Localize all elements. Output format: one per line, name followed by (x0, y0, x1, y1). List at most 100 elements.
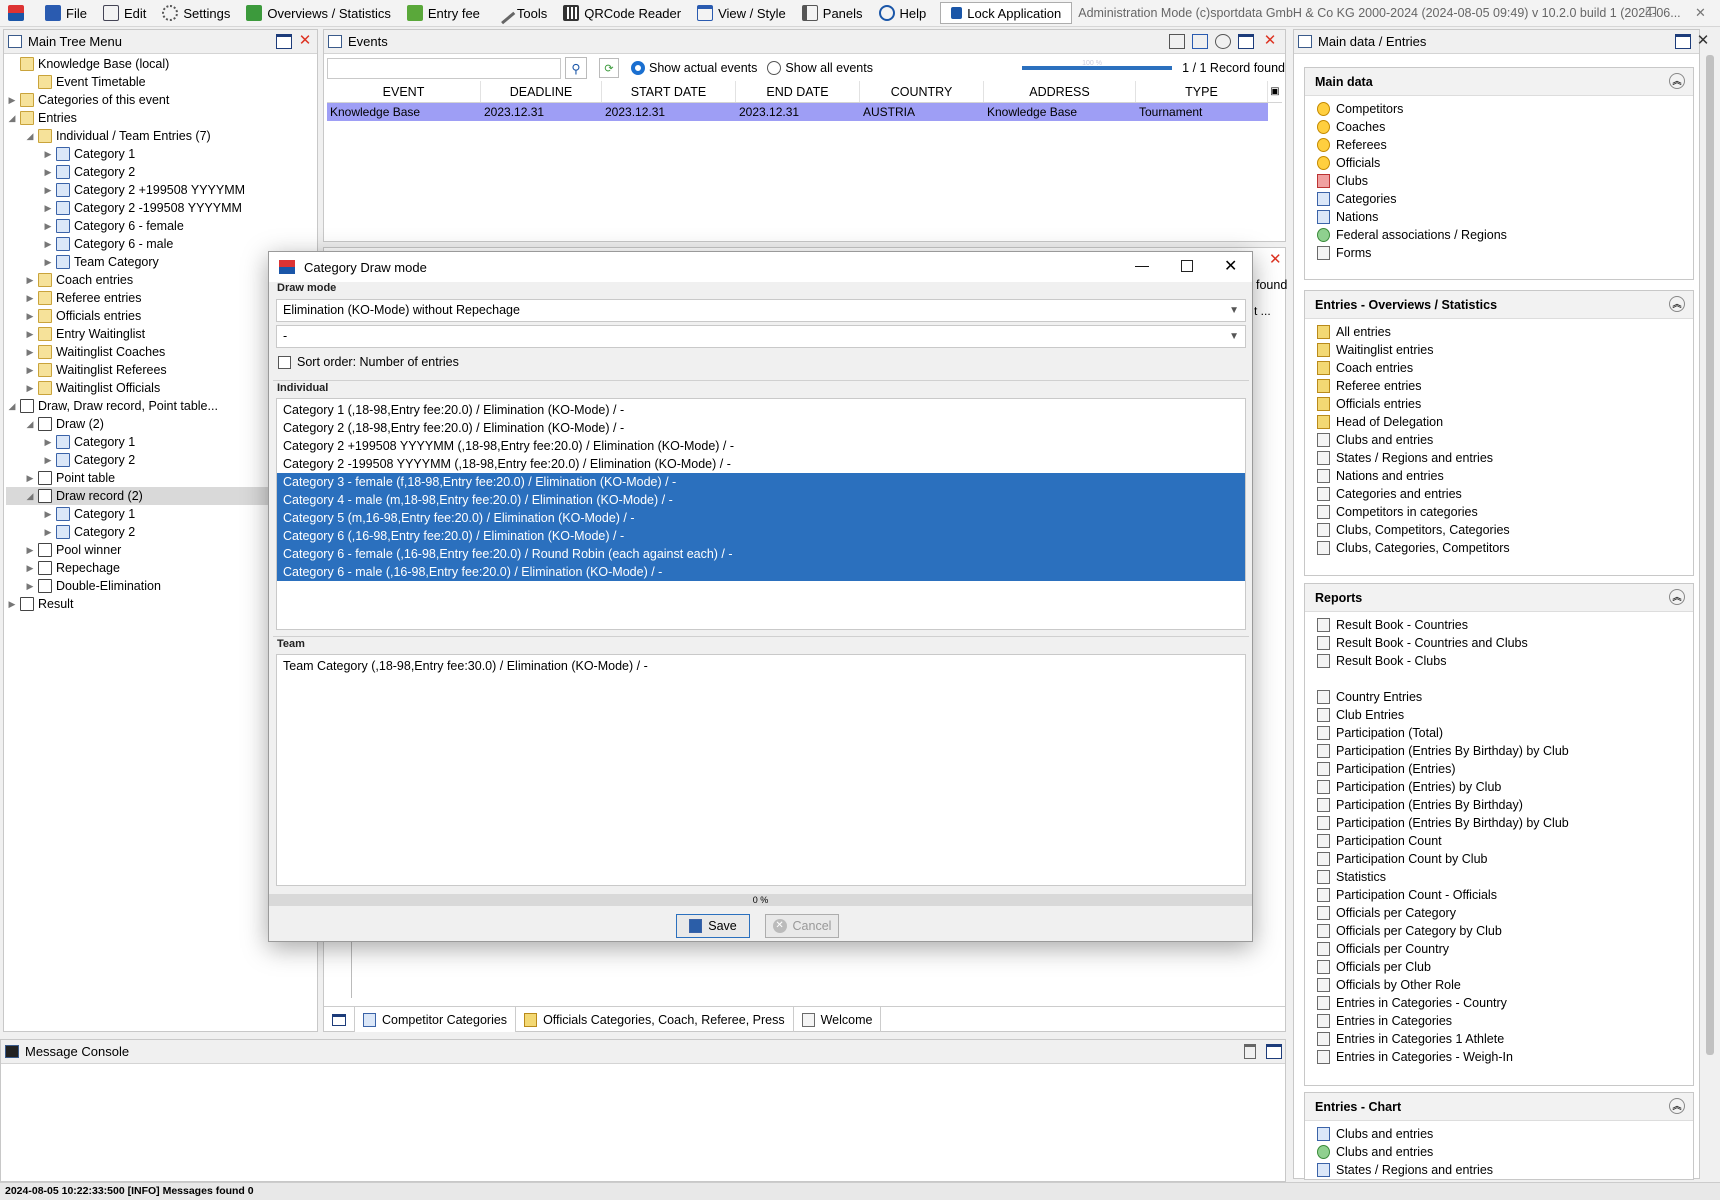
column-start-date[interactable]: START DATE (602, 81, 736, 102)
radio-actual-events[interactable] (631, 61, 645, 75)
expand-toggle-icon[interactable]: ▶ (42, 149, 54, 160)
section-link[interactable]: Forms (1305, 244, 1693, 262)
sync-icon[interactable]: ⟳ (599, 58, 619, 78)
tree-item[interactable]: ◢ Entries (6, 109, 316, 127)
section-link[interactable]: Participation Count (1305, 832, 1693, 850)
section-link[interactable]: Officials entries (1305, 395, 1693, 413)
expand-toggle-icon[interactable]: ▶ (42, 527, 54, 538)
expand-toggle-icon[interactable]: ▶ (42, 239, 54, 250)
menu-view[interactable]: View / Style (689, 0, 794, 26)
section-link[interactable]: Club Entries (1305, 706, 1693, 724)
folder-icon[interactable] (1192, 34, 1208, 49)
column-address[interactable]: ADDRESS (984, 81, 1136, 102)
column-country[interactable]: COUNTRY (860, 81, 984, 102)
collapse-icon[interactable]: ︽ (1669, 73, 1685, 89)
section-link[interactable]: Participation Count - Officials (1305, 886, 1693, 904)
team-categories-list[interactable]: Team Category (,18-98,Entry fee:30.0) / … (276, 654, 1246, 886)
table-row[interactable]: Knowledge Base 2023.12.31 2023.12.31 202… (327, 103, 1268, 121)
draw-submode-select[interactable]: - ▼ (276, 325, 1246, 348)
section-link[interactable]: Participation (Entries By Birthday) (1305, 796, 1693, 814)
close-icon[interactable]: ✕ (297, 33, 313, 49)
tab-officials-categories[interactable]: Officials Categories, Coach, Referee, Pr… (516, 1007, 794, 1032)
menu-overviews[interactable]: Overviews / Statistics (238, 0, 399, 26)
list-item[interactable]: Category 2 +199508 YYYYMM (,18-98,Entry … (277, 437, 1245, 455)
maximize-icon[interactable] (1181, 260, 1193, 272)
section-link[interactable]: Officials per Club (1305, 958, 1693, 976)
section-link[interactable]: Result Book - Countries (1305, 616, 1693, 634)
expand-toggle-icon[interactable]: ◢ (24, 131, 36, 142)
section-link[interactable]: Federal associations / Regions (1305, 226, 1693, 244)
expand-toggle-icon[interactable]: ▶ (6, 599, 18, 610)
maximize-icon[interactable] (276, 34, 292, 49)
expand-toggle-icon[interactable]: ◢ (6, 113, 18, 124)
tab-welcome[interactable]: Welcome (794, 1007, 882, 1032)
section-link[interactable]: Referee entries (1305, 377, 1693, 395)
close-icon[interactable]: ✕ (1695, 33, 1711, 49)
section-header[interactable]: Main data ︽ (1305, 68, 1693, 96)
section-link[interactable]: Statistics (1305, 868, 1693, 886)
section-link[interactable]: Clubs, Competitors, Categories (1305, 521, 1693, 539)
expand-toggle-icon[interactable]: ▶ (24, 545, 36, 556)
section-link[interactable]: Nations (1305, 208, 1693, 226)
maximize-icon[interactable] (1266, 1044, 1282, 1059)
expand-toggle-icon[interactable]: ▶ (24, 563, 36, 574)
edit-icon[interactable] (1169, 34, 1185, 49)
list-item[interactable]: Category 2 (,18-98,Entry fee:20.0) / Eli… (277, 419, 1245, 437)
expand-toggle-icon[interactable]: ▶ (24, 275, 36, 286)
cancel-button[interactable]: ✕ Cancel (765, 914, 839, 938)
section-link[interactable]: Competitors (1305, 100, 1693, 118)
close-icon[interactable]: ✕ (1269, 252, 1282, 267)
tree-item[interactable]: ▶ Category 2 (6, 163, 316, 181)
menu-file[interactable]: File (37, 0, 95, 26)
section-link[interactable]: States / Regions and entries (1305, 449, 1693, 467)
section-link[interactable]: Country Entries (1305, 688, 1693, 706)
expand-toggle-icon[interactable]: ◢ (6, 401, 18, 412)
section-link[interactable]: Result Book - Countries and Clubs (1305, 634, 1693, 652)
expand-toggle-icon[interactable]: ◢ (24, 491, 36, 502)
section-link[interactable]: Entries in Categories - Country (1305, 994, 1693, 1012)
section-link[interactable]: Participation (Entries) by Club (1305, 778, 1693, 796)
section-link[interactable]: Waitinglist entries (1305, 341, 1693, 359)
list-item[interactable]: Category 5 (m,16-98,Entry fee:20.0) / El… (277, 509, 1245, 527)
expand-toggle-icon[interactable]: ▶ (24, 581, 36, 592)
section-link[interactable]: Participation (Total) (1305, 724, 1693, 742)
tree-item[interactable]: ▶ Category 1 (6, 145, 316, 163)
column-chooser-icon[interactable]: ▣ (1268, 81, 1282, 102)
section-link[interactable]: Entries in Categories 1 Athlete (1305, 1030, 1693, 1048)
save-button[interactable]: Save (676, 914, 750, 938)
section-link[interactable]: Officials by Other Role (1305, 976, 1693, 994)
close-icon[interactable]: ✕ (1262, 33, 1278, 49)
section-link[interactable]: Participation (Entries By Birthday) by C… (1305, 742, 1693, 760)
collapse-icon[interactable]: ︽ (1669, 1098, 1685, 1114)
expand-toggle-icon[interactable]: ▶ (24, 473, 36, 484)
column-deadline[interactable]: DEADLINE (481, 81, 602, 102)
list-item[interactable]: Category 4 - male (m,18-98,Entry fee:20.… (277, 491, 1245, 509)
expand-toggle-icon[interactable]: ▶ (42, 257, 54, 268)
section-link[interactable]: Entries in Categories - Weigh-In (1305, 1048, 1693, 1066)
section-link[interactable]: Coaches (1305, 118, 1693, 136)
section-header[interactable]: Entries - Overviews / Statistics ︽ (1305, 291, 1693, 319)
tree-item[interactable]: Event Timetable (6, 73, 316, 91)
radio-all-events[interactable] (767, 61, 782, 75)
expand-toggle-icon[interactable]: ▶ (24, 293, 36, 304)
tree-item[interactable]: ◢ Individual / Team Entries (7) (6, 127, 316, 145)
section-link[interactable]: Clubs and entries (1305, 431, 1693, 449)
sort-order-checkbox[interactable] (278, 355, 291, 369)
section-link[interactable]: Coach entries (1305, 359, 1693, 377)
expand-toggle-icon[interactable]: ▶ (42, 455, 54, 466)
expand-toggle-icon[interactable]: ◢ (24, 419, 36, 430)
section-link[interactable]: Participation (Entries By Birthday) by C… (1305, 814, 1693, 832)
column-type[interactable]: TYPE (1136, 81, 1268, 102)
menu-panels[interactable]: Panels (794, 0, 871, 26)
close-icon[interactable]: ✕ (1224, 256, 1237, 276)
list-item[interactable]: Category 1 (,18-98,Entry fee:20.0) / Eli… (277, 401, 1245, 419)
expand-toggle-icon[interactable]: ▶ (24, 311, 36, 322)
list-item[interactable]: Category 2 -199508 YYYYMM (,18-98,Entry … (277, 455, 1245, 473)
section-link[interactable]: Participation (Entries) (1305, 760, 1693, 778)
section-link[interactable]: Categories (1305, 190, 1693, 208)
list-item[interactable]: Category 3 - female (f,18-98,Entry fee:2… (277, 473, 1245, 491)
section-header[interactable]: Reports ︽ (1305, 584, 1693, 612)
section-link[interactable]: Categories and entries (1305, 485, 1693, 503)
menu-edit[interactable]: Edit (95, 0, 154, 26)
window-close-icon[interactable]: ✕ (1695, 5, 1706, 21)
